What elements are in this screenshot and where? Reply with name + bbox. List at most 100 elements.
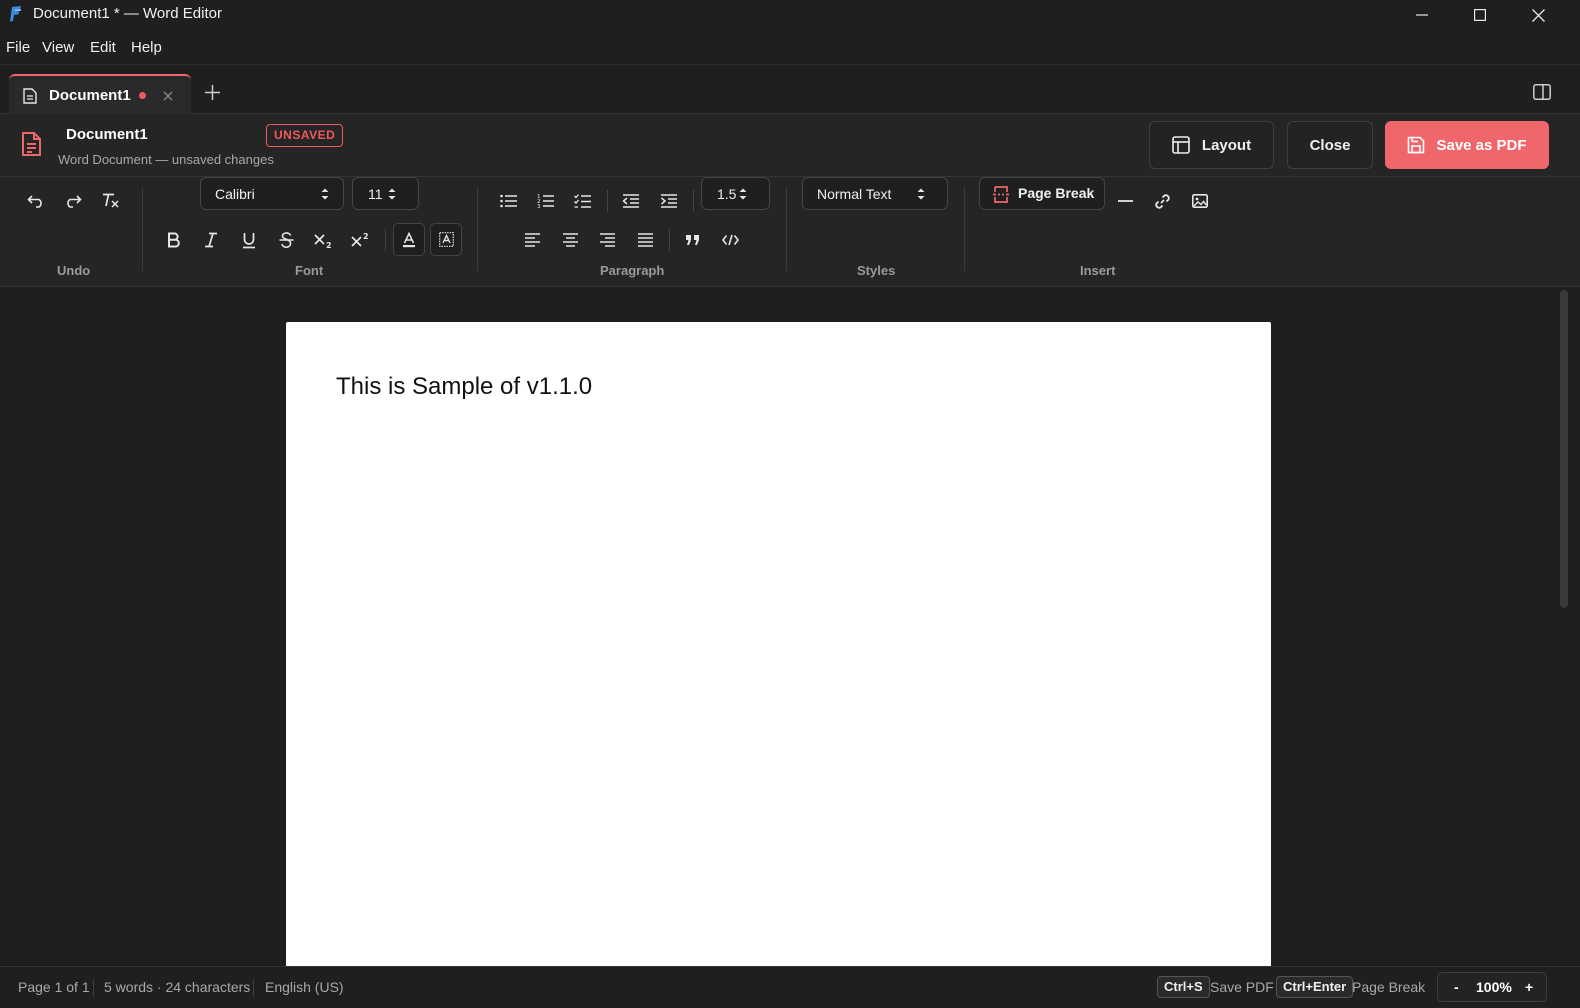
svg-text:2: 2 [363, 232, 369, 241]
menu-bar: File View Edit Help [0, 30, 1580, 65]
inline-divider [385, 229, 386, 251]
italic-icon [205, 232, 217, 248]
align-right-icon [599, 233, 615, 247]
language-indicator[interactable]: English (US) [265, 979, 344, 995]
chevron-updown-icon [739, 188, 747, 200]
font-family-select[interactable]: Calibri [200, 177, 344, 210]
undo-icon [27, 195, 42, 208]
zoom-out-button[interactable]: - [1454, 979, 1459, 995]
highlight-color-button[interactable] [430, 223, 462, 256]
document-subtitle: Word Document — unsaved changes [58, 152, 274, 167]
decrease-indent-button[interactable] [616, 186, 646, 216]
layout-button[interactable]: Layout [1149, 121, 1274, 169]
blockquote-button[interactable] [678, 225, 708, 255]
minimize-icon [1416, 14, 1428, 16]
align-right-button[interactable] [592, 225, 622, 255]
underline-button[interactable] [234, 225, 264, 255]
group-divider [786, 187, 787, 271]
close-icon [1531, 8, 1545, 22]
document-text[interactable]: This is Sample of v1.1.0 [336, 373, 592, 401]
vertical-scrollbar[interactable] [1560, 290, 1568, 608]
close-label: Close [1309, 136, 1351, 154]
unsaved-dot [139, 92, 146, 99]
insert-image-button[interactable] [1185, 186, 1215, 216]
indent-icon [661, 194, 677, 208]
checklist-button[interactable] [568, 186, 598, 216]
clear-formatting-button[interactable] [96, 186, 126, 216]
menu-edit[interactable]: Edit [90, 39, 116, 56]
maximize-icon [1474, 9, 1486, 21]
minimize-button[interactable] [1394, 0, 1450, 30]
paragraph-style-value: Normal Text [817, 186, 892, 202]
zoom-in-button[interactable]: + [1525, 979, 1533, 995]
code-icon [721, 234, 739, 246]
window-close-button[interactable] [1510, 0, 1566, 30]
image-icon [1192, 194, 1208, 208]
shortcut-key: Ctrl+S [1157, 976, 1210, 998]
layout-icon [1172, 136, 1190, 154]
menu-help[interactable]: Help [131, 39, 162, 56]
checklist-icon [574, 194, 591, 208]
layout-label: Layout [1201, 136, 1252, 154]
justify-button[interactable] [630, 225, 660, 255]
line-spacing-select[interactable]: 1.5 [701, 177, 770, 210]
zoom-level: 100% [1476, 979, 1512, 995]
bullet-list-icon [500, 194, 517, 208]
bold-icon [168, 232, 180, 248]
tab-label: Document1 [49, 87, 131, 104]
strikethrough-button[interactable] [271, 225, 301, 255]
maximize-button[interactable] [1452, 0, 1508, 30]
tab-bar: Document1 [0, 65, 1580, 114]
font-family-value: Calibri [215, 186, 255, 202]
code-block-button[interactable] [715, 225, 745, 255]
font-size-select[interactable]: 11 [352, 177, 419, 210]
save-icon [1408, 136, 1425, 154]
increase-indent-button[interactable] [654, 186, 684, 216]
group-divider [477, 187, 478, 271]
page-indicator: Page 1 of 1 [18, 979, 90, 995]
insert-link-button[interactable] [1147, 186, 1177, 216]
document-workspace: This is Sample of v1.1.0 [0, 287, 1580, 982]
align-center-button[interactable] [555, 225, 585, 255]
superscript-icon: 2 [351, 232, 369, 247]
undo-button[interactable] [21, 186, 51, 216]
new-tab-icon[interactable] [205, 85, 220, 100]
menu-file[interactable]: File [6, 39, 30, 56]
page-break-button[interactable]: Page Break [979, 177, 1105, 210]
justify-icon [637, 233, 653, 247]
align-left-button[interactable] [517, 225, 547, 255]
bullet-list-button[interactable] [494, 186, 524, 216]
group-label-insert: Insert [1080, 263, 1116, 278]
save-as-pdf-label: Save as PDF [1436, 136, 1527, 154]
tab-document1[interactable]: Document1 [9, 74, 191, 114]
horizontal-rule-button[interactable] [1110, 186, 1140, 216]
status-divider [93, 979, 94, 997]
redo-icon [67, 195, 82, 208]
document-header: Document1 UNSAVED Word Document — unsave… [0, 114, 1580, 177]
shortcut-description: Save PDF · [1210, 979, 1283, 995]
clear-formatting-icon [103, 193, 119, 208]
word-count: 5 words · 24 characters [104, 979, 251, 995]
text-color-button[interactable] [393, 223, 425, 256]
superscript-button[interactable]: 2 [345, 225, 375, 255]
save-as-pdf-button[interactable]: Save as PDF [1385, 121, 1549, 169]
numbered-list-button[interactable]: 123 [531, 186, 561, 216]
paragraph-style-select[interactable]: Normal Text [802, 177, 948, 210]
close-button[interactable]: Close [1287, 121, 1373, 169]
group-divider [964, 187, 965, 271]
menu-view[interactable]: View [42, 39, 74, 56]
italic-button[interactable] [196, 225, 226, 255]
redo-button[interactable] [58, 186, 88, 216]
chevron-updown-icon [388, 188, 396, 200]
subscript-button[interactable]: 2 [308, 225, 338, 255]
font-size-value: 11 [368, 186, 383, 202]
bold-button[interactable] [159, 225, 189, 255]
align-left-icon [524, 233, 540, 247]
shortcut-description: Page Break [1352, 979, 1426, 995]
tab-close-icon[interactable] [163, 91, 173, 101]
document-page[interactable]: This is Sample of v1.1.0 [286, 322, 1271, 982]
underline-icon [243, 232, 255, 248]
document-title: Document1 [66, 126, 148, 143]
zoom-control: - 100% + [1437, 972, 1547, 1002]
split-view-icon[interactable] [1533, 84, 1551, 100]
